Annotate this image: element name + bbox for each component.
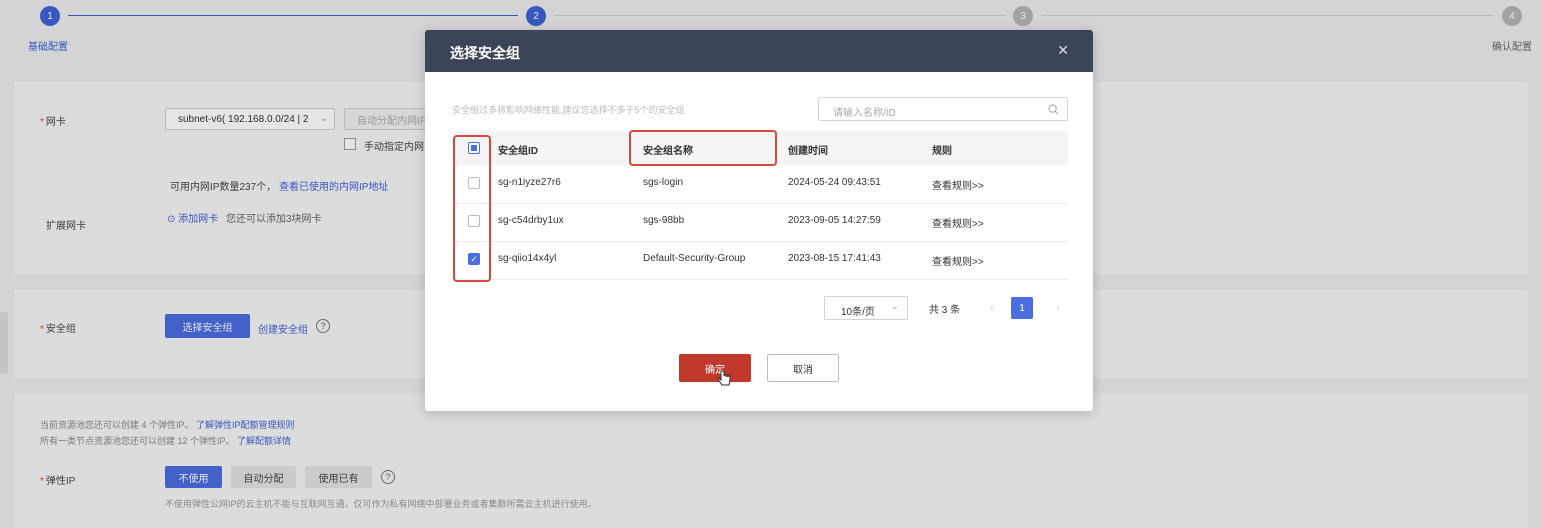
page-size-value: 10条/页: [841, 307, 875, 318]
cancel-button[interactable]: 取消: [767, 354, 839, 382]
close-icon[interactable]: ✕: [1057, 42, 1069, 59]
row-created: 2024-05-24 09:43:51: [788, 177, 881, 188]
table-row[interactable]: sg-n1iyze27r6 sgs-login 2024-05-24 09:43…: [454, 165, 1068, 204]
page-1-button[interactable]: 1: [1011, 297, 1033, 319]
column-header-created: 创建时间: [788, 146, 828, 157]
dialog-header: 选择安全组 ✕: [425, 30, 1093, 72]
row-created: 2023-09-05 14:27:59: [788, 215, 881, 226]
table-row[interactable]: ✓ sg-qiio14x4yl Default-Security-Group 2…: [454, 241, 1068, 280]
row-name: sgs-login: [643, 177, 684, 188]
dialog-title: 选择安全组: [450, 45, 520, 61]
select-security-group-dialog: 选择安全组 ✕ 安全组过多将影响网络性能,建议您选择不多于5个的安全组 请输入名…: [425, 30, 1093, 411]
next-page-icon[interactable]: ›: [1047, 297, 1069, 319]
column-header-rules: 规则: [932, 146, 952, 157]
name-column-highlight: [629, 130, 777, 166]
column-header-id: 安全组ID: [498, 146, 538, 157]
table-row[interactable]: sg-c54drby1ux sgs-98bb 2023-09-05 14:27:…: [454, 203, 1068, 242]
page-size-select[interactable]: 10条/页 ⌄: [824, 296, 908, 320]
row-id: sg-c54drby1ux: [498, 215, 564, 226]
search-placeholder: 请输入名称/ID: [833, 108, 896, 119]
row-name: Default-Security-Group: [643, 253, 746, 264]
row-id: sg-n1iyze27r6: [498, 177, 561, 188]
row-view-rules-link[interactable]: 查看规则>>: [932, 253, 984, 268]
hand-cursor-icon: [717, 370, 731, 391]
confirm-button[interactable]: 确定: [679, 354, 751, 382]
search-icon[interactable]: [1048, 104, 1059, 118]
chevron-down-icon: ⌄: [890, 301, 899, 312]
checkbox-column-highlight: [453, 135, 491, 282]
row-created: 2023-08-15 17:41:43: [788, 253, 881, 264]
search-input[interactable]: 请输入名称/ID: [818, 97, 1068, 121]
row-id: sg-qiio14x4yl: [498, 253, 557, 264]
row-view-rules-link[interactable]: 查看规则>>: [932, 215, 984, 230]
row-view-rules-link[interactable]: 查看规则>>: [932, 177, 984, 192]
prev-page-icon[interactable]: ‹: [981, 297, 1003, 319]
selection-hint: 安全组过多将影响网络性能,建议您选择不多于5个的安全组: [452, 105, 685, 115]
total-count: 共 3 条: [929, 305, 961, 316]
row-name: sgs-98bb: [643, 215, 685, 226]
